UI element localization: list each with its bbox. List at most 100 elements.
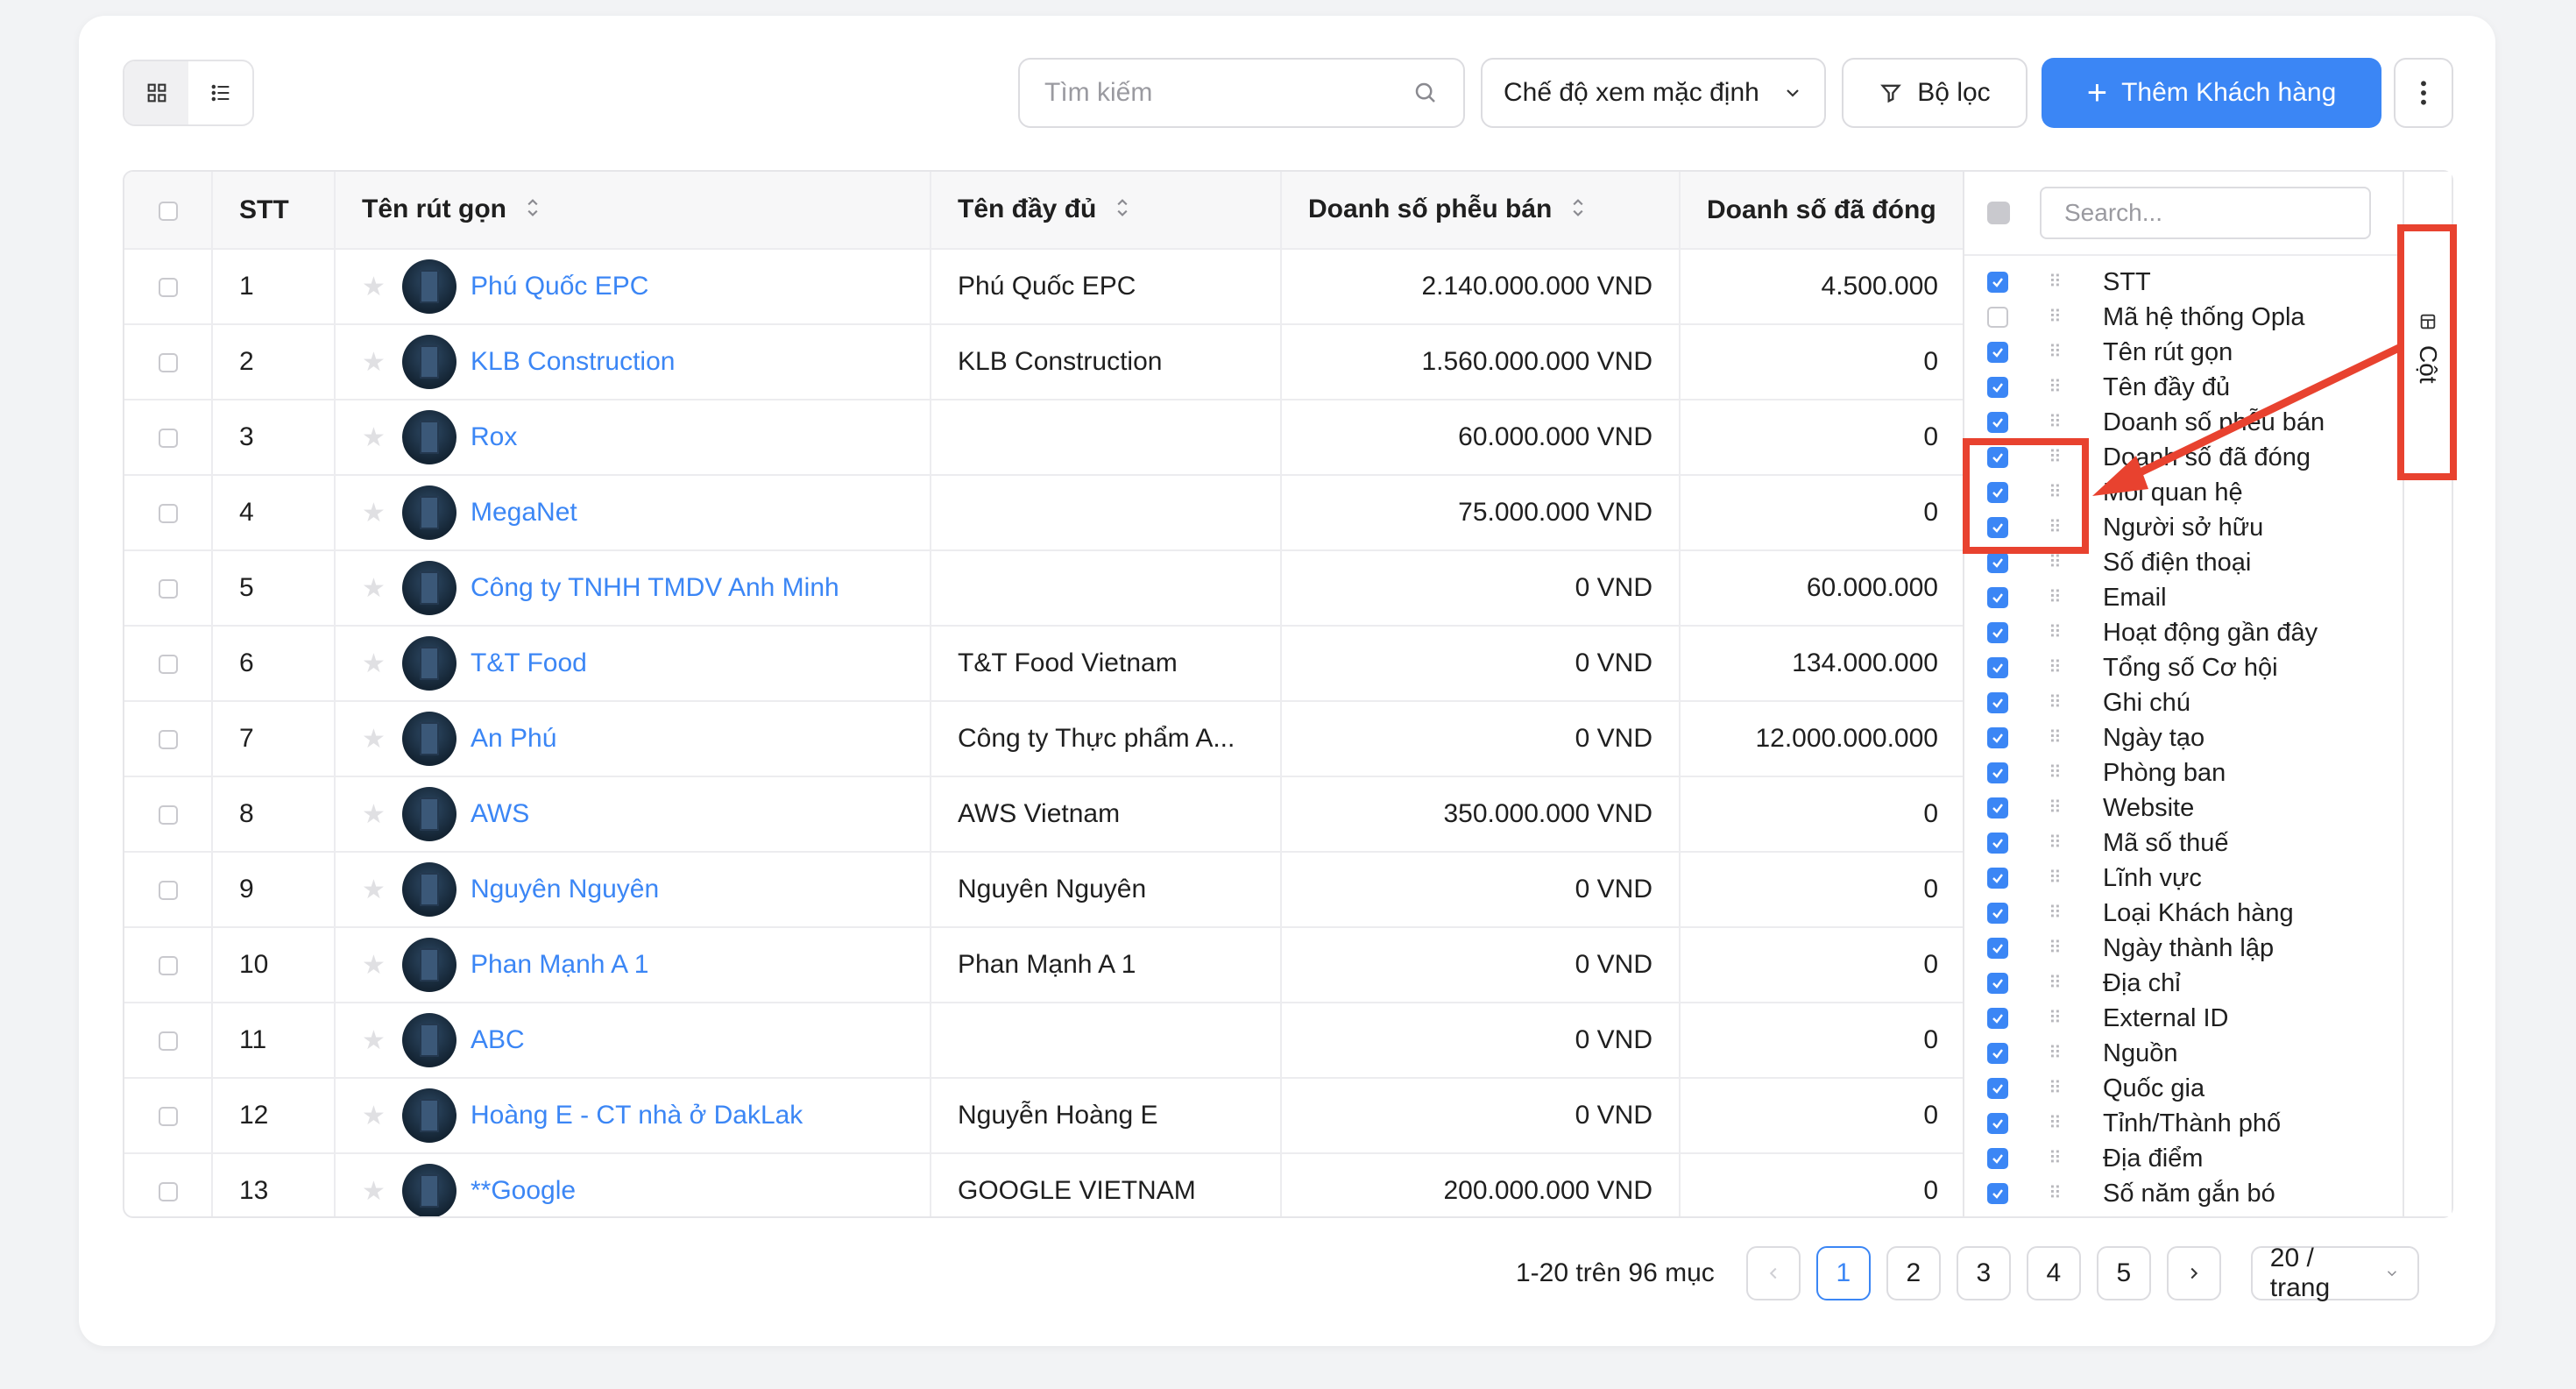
row-checkbox[interactable]	[158, 504, 178, 524]
column-checkbox[interactable]	[1987, 412, 2008, 433]
column-checkbox[interactable]	[1987, 1043, 2008, 1064]
drag-handle-icon[interactable]: ⠿	[2049, 1010, 2066, 1027]
column-option[interactable]: ⠿ Tên đầy đủ	[1964, 370, 2401, 405]
column-search-input[interactable]	[2064, 199, 2381, 227]
drag-handle-icon[interactable]: ⠿	[2049, 694, 2066, 712]
table-row[interactable]: 7 ★ An Phú Công ty Thực phẩm A... 0 VND 12.00…	[124, 701, 1964, 777]
drag-handle-icon[interactable]: ⠿	[2049, 659, 2066, 677]
customer-link[interactable]: KLB Construction	[471, 347, 675, 377]
header-funnel-revenue[interactable]: Doanh số phễu bán	[1280, 172, 1680, 250]
column-option[interactable]: ⠿ Ghi chú	[1964, 685, 2401, 720]
column-checkbox[interactable]	[1987, 903, 2008, 924]
column-option[interactable]: ⠿ Ngày tạo	[1964, 720, 2401, 755]
sort-icon[interactable]	[526, 195, 540, 225]
customer-link[interactable]: Công ty TNHH TMDV Anh Minh	[471, 573, 839, 603]
sort-icon[interactable]	[1115, 195, 1129, 225]
column-checkbox[interactable]	[1987, 938, 2008, 959]
row-checkbox[interactable]	[158, 1107, 178, 1127]
filter-button[interactable]: Bộ lọc	[1842, 58, 2028, 128]
column-option[interactable]: ⠿ STT	[1964, 265, 2401, 300]
star-icon[interactable]: ★	[362, 1176, 388, 1207]
table-row[interactable]: 1 ★ Phú Quốc EPC Phú Quốc EPC 2.140.000.000 …	[124, 249, 1964, 325]
customer-link[interactable]: AWS	[471, 799, 529, 829]
column-option[interactable]: ⠿ Tên rút gọn	[1964, 335, 2401, 370]
column-option[interactable]: ⠿ Tổng số Cơ hội	[1964, 650, 2401, 685]
search-input[interactable]	[1044, 78, 1412, 108]
row-checkbox[interactable]	[158, 278, 178, 298]
sort-icon[interactable]	[1571, 195, 1585, 225]
drag-handle-icon[interactable]: ⠿	[2049, 869, 2066, 887]
grid-view-button[interactable]	[124, 61, 188, 124]
column-checkbox[interactable]	[1987, 973, 2008, 994]
table-row[interactable]: 10 ★ Phan Mạnh A 1 Phan Mạnh A 10 VND 0	[124, 927, 1964, 1003]
column-checkbox[interactable]	[1987, 762, 2008, 783]
table-row[interactable]: 13 ★ **Google GOOGLE VIETNAM 200.000.000 VND…	[124, 1153, 1964, 1216]
row-checkbox[interactable]	[158, 881, 178, 901]
customer-link[interactable]: Rox	[471, 422, 517, 452]
column-option[interactable]: ⠿ Địa chỉ	[1964, 966, 2401, 1001]
drag-handle-icon[interactable]: ⠿	[2049, 554, 2066, 571]
drag-handle-icon[interactable]: ⠿	[2049, 1185, 2066, 1202]
star-icon[interactable]: ★	[362, 347, 388, 378]
row-checkbox[interactable]	[158, 429, 178, 449]
drag-handle-icon[interactable]: ⠿	[2049, 834, 2066, 852]
customer-link[interactable]: ABC	[471, 1025, 525, 1055]
drag-handle-icon[interactable]: ⠿	[2049, 344, 2066, 361]
toggle-all-icon[interactable]	[1987, 202, 2010, 224]
column-checkbox[interactable]	[1987, 1078, 2008, 1099]
column-option[interactable]: ⠿ Mã hệ thống Opla	[1964, 300, 2401, 335]
row-checkbox[interactable]	[158, 730, 178, 750]
star-icon[interactable]: ★	[362, 573, 388, 604]
drag-handle-icon[interactable]: ⠿	[2049, 379, 2066, 396]
drag-handle-icon[interactable]: ⠿	[2049, 1080, 2066, 1097]
column-option[interactable]: ⠿ Doanh số phễu bán	[1964, 405, 2401, 440]
column-checkbox[interactable]	[1987, 868, 2008, 889]
table-row[interactable]: 2 ★ KLB Construction KLB Construction 1.560.…	[124, 324, 1964, 400]
page-button[interactable]: 1	[1815, 1246, 1871, 1300]
column-option[interactable]: ⠿ Lĩnh vực	[1964, 861, 2401, 896]
drag-handle-icon[interactable]: ⠿	[2049, 1150, 2066, 1167]
table-row[interactable]: 12 ★ Hoàng E - CT nhà ở DakLak Nguyễn Hoàng…	[124, 1078, 1964, 1154]
column-option[interactable]: ⠿ Địa điểm	[1964, 1141, 2401, 1176]
drag-handle-icon[interactable]: ⠿	[2049, 1045, 2066, 1062]
table-row[interactable]: 11 ★ ABC 0 VND 0	[124, 1003, 1964, 1079]
table-row[interactable]: 6 ★ T&T Food T&T Food Vietnam 0 VND 134.000.0…	[124, 626, 1964, 702]
column-option[interactable]: ⠿ Nguồn	[1964, 1036, 2401, 1071]
drag-handle-icon[interactable]: ⠿	[2049, 589, 2066, 606]
column-option[interactable]: ⠿ Loại Khách hàng	[1964, 896, 2401, 931]
drag-handle-icon[interactable]: ⠿	[2049, 273, 2066, 291]
drag-handle-icon[interactable]: ⠿	[2049, 904, 2066, 922]
add-customer-button[interactable]: + Thêm Khách hàng	[2042, 58, 2381, 128]
customer-link[interactable]: Hoàng E - CT nhà ở DakLak	[471, 1101, 803, 1130]
row-checkbox[interactable]	[158, 805, 178, 826]
table-row[interactable]: 4 ★ MegaNet 75.000.000 VND 0	[124, 475, 1964, 551]
table-row[interactable]: 3 ★ Rox 60.000.000 VND 0	[124, 400, 1964, 476]
column-checkbox[interactable]	[1987, 552, 2008, 573]
star-icon[interactable]: ★	[362, 498, 388, 528]
column-option[interactable]: ⠿ Email	[1964, 580, 2401, 615]
header-short-name[interactable]: Tên rút gọn	[334, 172, 931, 250]
prev-page-button[interactable]	[1745, 1246, 1801, 1300]
table-row[interactable]: 9 ★ Nguyên Nguyên Nguyên Nguyên 0 VND 0	[124, 852, 1964, 928]
customer-link[interactable]: Nguyên Nguyên	[471, 875, 659, 904]
star-icon[interactable]: ★	[362, 950, 388, 981]
column-option[interactable]: ⠿ Mã số thuế	[1964, 826, 2401, 861]
customer-link[interactable]: Phú Quốc EPC	[471, 272, 648, 301]
column-option[interactable]: ⠿ Phòng ban	[1964, 755, 2401, 790]
star-icon[interactable]: ★	[362, 272, 388, 302]
customer-link[interactable]: Phan Mạnh A 1	[471, 950, 649, 980]
drag-handle-icon[interactable]: ⠿	[2049, 308, 2066, 326]
star-icon[interactable]: ★	[362, 1025, 388, 1056]
column-option[interactable]: ⠿ Quốc gia	[1964, 1071, 2401, 1106]
header-closed-revenue[interactable]: Doanh số đã đóng	[1679, 172, 1964, 250]
customer-link[interactable]: MegaNet	[471, 498, 577, 528]
star-icon[interactable]: ★	[362, 799, 388, 830]
column-checkbox[interactable]	[1987, 692, 2008, 713]
column-checkbox[interactable]	[1987, 797, 2008, 819]
column-option[interactable]: ⠿ External ID	[1964, 1001, 2401, 1036]
drag-handle-icon[interactable]: ⠿	[2049, 624, 2066, 641]
drag-handle-icon[interactable]: ⠿	[2049, 414, 2066, 431]
star-icon[interactable]: ★	[362, 1101, 388, 1131]
column-checkbox[interactable]	[1987, 1148, 2008, 1169]
column-checkbox[interactable]	[1987, 272, 2008, 293]
